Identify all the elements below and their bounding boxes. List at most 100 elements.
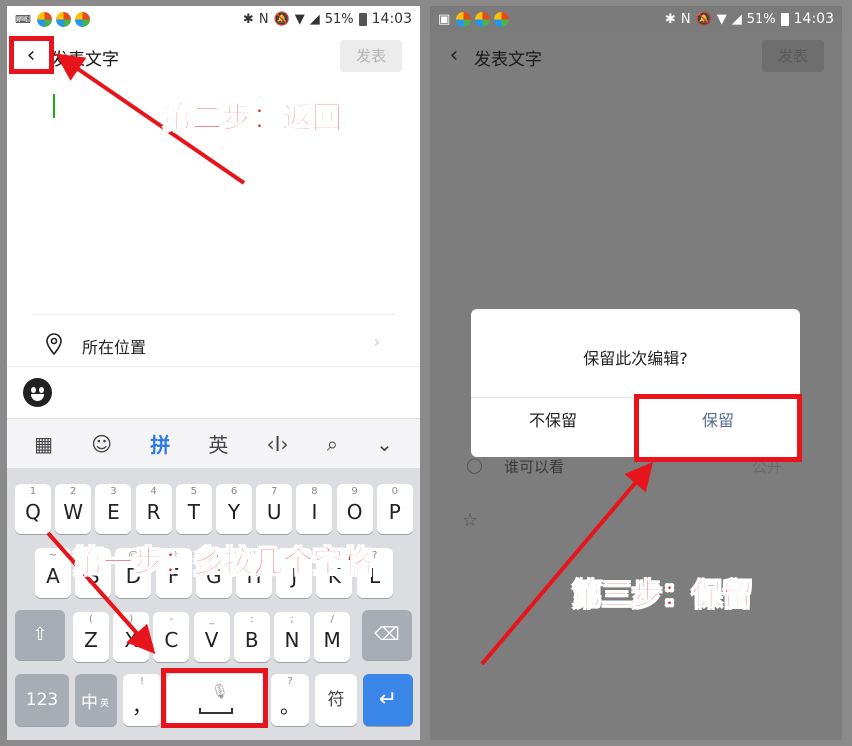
key-p[interactable]: 0P	[376, 484, 413, 534]
key-sub-label: 7	[271, 486, 278, 497]
key-sub-label: 2	[70, 486, 77, 497]
app-logo-icon	[494, 11, 510, 27]
image-icon: ▣	[438, 11, 451, 27]
key-sub-label: _	[209, 614, 215, 625]
highlight-space	[161, 668, 268, 728]
smiley-icon[interactable]: ☺	[91, 432, 112, 456]
key-label: I	[311, 500, 318, 524]
page-title: 发表文字	[51, 50, 119, 70]
clock: 14:03	[371, 11, 412, 27]
key-label: M	[323, 628, 341, 652]
cursor-move-icon[interactable]: ‹I›	[267, 432, 289, 456]
lang-key[interactable]: 中 英	[75, 674, 117, 726]
battery-percent: 51%	[324, 11, 354, 27]
key-q[interactable]: 1Q	[15, 484, 51, 534]
key-label: T	[187, 500, 200, 524]
key-label: V	[204, 628, 219, 652]
key-sub-label: 5	[190, 486, 197, 497]
post-button[interactable]: 发表	[762, 40, 824, 72]
collapse-keyboard-icon[interactable]: ⌄	[376, 432, 393, 456]
key-m[interactable]: / M	[314, 612, 351, 662]
key-sub-label: 3	[110, 486, 117, 497]
backspace-key[interactable]: ⌫	[362, 610, 412, 660]
key-v[interactable]: _ V	[193, 612, 230, 662]
key-sub-label: :	[250, 614, 254, 625]
signal-icon: ◢	[731, 11, 742, 27]
key-label: R	[146, 500, 161, 524]
app-logo-icon	[74, 11, 90, 27]
key-label: O	[346, 500, 363, 524]
key-label: C	[164, 628, 179, 652]
period-key-label: 。	[280, 694, 300, 718]
status-bar: ⌨ ✱ Ν 🔕 ▼ ◢ 51% 14:03	[7, 6, 420, 32]
key-label: A	[46, 564, 60, 588]
comma-key-sub: !	[139, 676, 144, 687]
key-x[interactable]: ) X	[113, 612, 150, 662]
english-mode[interactable]: 英	[208, 429, 228, 458]
key-label: N	[284, 628, 300, 652]
battery-percent: 51%	[746, 11, 776, 27]
key-e[interactable]: 3E	[95, 484, 132, 534]
status-bar: ▣ ✱ Ν 🔕 ▼ ◢ 51% 14:03	[430, 6, 842, 32]
key-sub-label: 4	[150, 486, 157, 497]
enter-key[interactable]: ↵	[363, 674, 413, 726]
key-sub-label: /	[330, 614, 334, 625]
key-o[interactable]: 9O	[336, 484, 373, 534]
bluetooth-icon: ✱	[242, 11, 254, 27]
period-key-sub: ?	[287, 676, 293, 687]
grid-menu-icon[interactable]: ▦	[34, 432, 53, 456]
search-icon[interactable]: ⌕	[327, 432, 338, 456]
key-sub-label: ;	[290, 614, 294, 625]
battery-icon	[780, 12, 789, 26]
annotation-step1: 第一步：多按几个空格	[73, 545, 374, 581]
comma-key[interactable]: ! ，	[123, 674, 161, 726]
key-a[interactable]: ~ A	[35, 548, 71, 598]
key-w[interactable]: 2W	[55, 484, 92, 534]
key-label: U	[266, 500, 282, 524]
num-key[interactable]: 123	[15, 674, 69, 726]
key-label: B	[244, 628, 259, 652]
period-key[interactable]: ? 。	[271, 674, 309, 726]
pinyin-mode[interactable]: 拼	[150, 429, 170, 458]
nfc-icon: Ν	[258, 11, 269, 27]
key-sub-label: 1	[29, 486, 37, 497]
key-sub-label: (	[89, 614, 93, 625]
nfc-icon: Ν	[680, 11, 691, 27]
back-button[interactable]: ‹	[442, 42, 466, 70]
back-arrow-icon: ‹	[449, 43, 459, 68]
shift-key[interactable]: ⇧	[15, 610, 65, 660]
right-screen: ▣ ✱ Ν 🔕 ▼ ◢ 51% 14:03 ‹ 发表文字 发表 ◯ 谁可以看 公…	[430, 6, 842, 740]
key-label: X	[124, 628, 139, 652]
discard-button[interactable]: 不保留	[471, 407, 635, 431]
key-n[interactable]: ; N	[274, 612, 310, 662]
key-sub-label: 6	[230, 486, 238, 497]
post-button[interactable]: 发表	[340, 40, 402, 72]
emoji-button[interactable]	[23, 378, 52, 407]
highlight-keep	[634, 394, 802, 462]
key-t[interactable]: 5T	[175, 484, 212, 534]
bluetooth-icon: ✱	[664, 11, 676, 27]
key-i[interactable]: 8I	[296, 484, 333, 534]
star-icon: ☆	[462, 510, 479, 531]
key-z[interactable]: (Z	[73, 612, 109, 662]
key-sub-label: 9	[351, 486, 358, 497]
key-b[interactable]: :B	[233, 612, 270, 662]
comma-key-label: ，	[132, 694, 152, 718]
signal-icon: ◢	[309, 11, 320, 27]
mute-icon: 🔕	[273, 11, 290, 27]
key-sub-label: 8	[311, 486, 318, 497]
key-r[interactable]: 4R	[135, 484, 172, 534]
wifi-icon: ▼	[716, 11, 727, 27]
annotation-step3: 第三步：保留	[572, 578, 753, 614]
location-row[interactable]: 所在位置 ›	[7, 324, 420, 364]
key-u[interactable]: 7U	[256, 484, 293, 534]
location-label: 所在位置	[82, 338, 147, 357]
key-y[interactable]: 6Y	[216, 484, 252, 534]
location-pin-icon	[46, 333, 62, 356]
keyboard-toolbar: ▦ ☺ 拼 英 ‹I› ⌕ ⌄	[7, 418, 420, 468]
app-logo-icon	[456, 11, 472, 27]
page-title: 发表文字	[474, 50, 542, 70]
symbol-key[interactable]: 符	[315, 674, 357, 726]
enter-icon: ↵	[378, 687, 398, 712]
key-c[interactable]: -C	[153, 612, 190, 662]
